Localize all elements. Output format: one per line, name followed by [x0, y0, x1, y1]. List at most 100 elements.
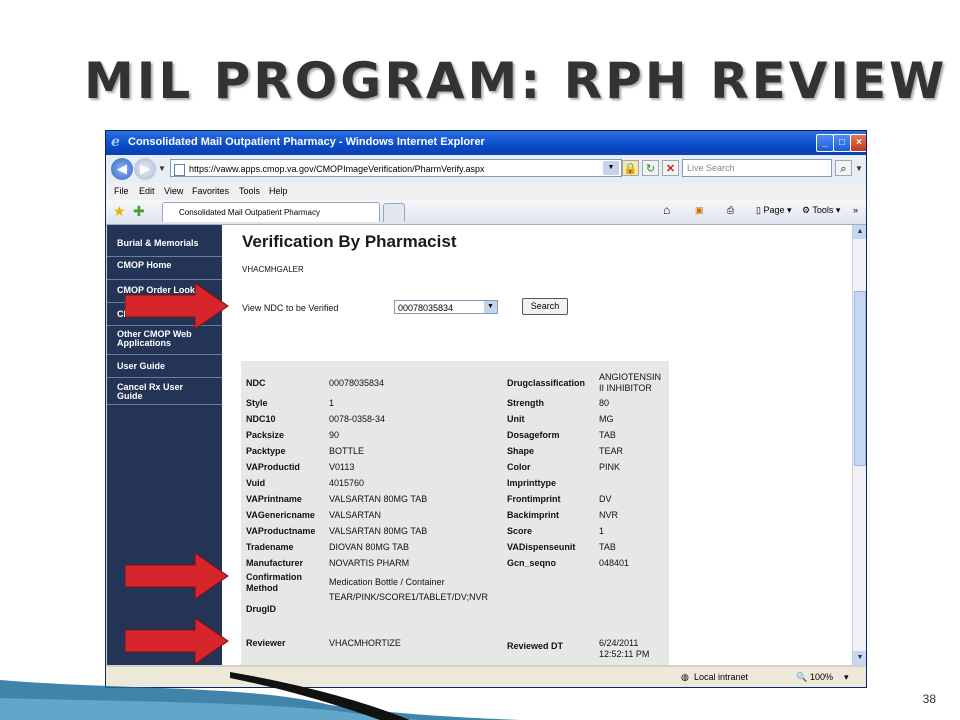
scroll-thumb[interactable]	[854, 291, 866, 466]
forward-button[interactable]: ▶	[134, 158, 156, 180]
tools-menu[interactable]: ⚙ Tools ▾	[802, 205, 840, 216]
forward-icon: ▶	[140, 161, 150, 176]
tools-gear-icon: ⚙	[802, 205, 813, 215]
favorites-star-icon[interactable]: ★	[113, 203, 126, 220]
field-value: 1	[329, 398, 335, 408]
back-icon: ◀	[117, 161, 127, 176]
field-label: Packsize	[246, 430, 285, 440]
close-button[interactable]: ×	[850, 134, 866, 152]
field-value: V0113	[329, 462, 355, 472]
field-value: MG	[599, 414, 614, 424]
browser-window: e Consolidated Mail Outpatient Pharmacy …	[105, 130, 867, 688]
sidebar-item-label: Burial & Memorials	[117, 238, 199, 248]
chevron-down-icon: ▼	[484, 301, 497, 313]
address-bar: ◀ ▶ ▼ https://vaww.apps.cmop.va.gov/CMOP…	[106, 155, 866, 183]
feeds-icon[interactable]: ▣	[695, 205, 704, 216]
tools-menu-label: Tools	[812, 205, 834, 215]
page-title: Verification By Pharmacist	[242, 232, 457, 251]
field-value: 6/24/2011 12:52:11 PM	[599, 638, 650, 659]
field-value: VALSARTAN	[329, 510, 382, 520]
field-label: VAProductname	[246, 526, 316, 536]
ndc-select-value: 00078035834	[398, 303, 454, 313]
menu-view[interactable]: View	[164, 183, 183, 200]
field-label: Gcn_seqno	[507, 558, 557, 568]
field-value: BOTTLE	[329, 446, 365, 456]
field-label: VADispenseunit	[507, 542, 576, 552]
lock-icon[interactable]: 🔒	[622, 160, 639, 176]
minimize-button[interactable]: _	[816, 134, 834, 152]
field-label: Tradename	[246, 542, 294, 552]
search-icon[interactable]: ⌕	[835, 160, 852, 176]
back-button[interactable]: ◀	[111, 158, 133, 180]
field-label: Color	[507, 462, 531, 472]
field-value: PINK	[599, 462, 621, 472]
scroll-up-icon[interactable]: ▲	[853, 225, 866, 239]
field-value: DIOVAN 80MG TAB	[329, 542, 410, 552]
sidebar-item-burial-memorials[interactable]: Burial & Memorials	[107, 225, 222, 257]
browser-tab[interactable]: Consolidated Mail Outpatient Pharmacy	[162, 202, 380, 222]
sidebar-item-user-guide[interactable]: User Guide	[107, 356, 222, 378]
menu-file[interactable]: File	[114, 183, 129, 200]
sidebar-item-label: CMOP Home	[117, 260, 172, 270]
sidebar-item-label: Other CMOP Web Applications	[117, 329, 192, 348]
url-input[interactable]: https://vaww.apps.cmop.va.gov/CMOPImageV…	[170, 159, 622, 177]
field-label: Drugclassification	[507, 378, 586, 388]
menu-help[interactable]: Help	[269, 183, 288, 200]
zoom-dropdown-icon[interactable]: ▾	[844, 667, 849, 687]
field-value: TAB	[599, 542, 616, 552]
field-label: Dosageform	[507, 430, 560, 440]
url-dropdown-icon[interactable]: ▼	[603, 161, 619, 175]
field-value: TAB	[599, 430, 616, 440]
field-label: NDC10	[246, 414, 276, 424]
zoom-icon[interactable]: 🔍	[796, 667, 807, 687]
field-value: VALSARTAN 80MG TAB	[329, 494, 428, 504]
home-icon[interactable]: ⌂	[663, 203, 670, 217]
field-label: Style	[246, 398, 268, 408]
field-value: NOVARTIS PHARM	[329, 558, 410, 568]
field-value: 0078-0358-34	[329, 414, 386, 424]
field-value: 4015760	[329, 478, 365, 488]
menu-favorites[interactable]: Favorites	[192, 183, 229, 200]
current-user: VHACMHGALER	[242, 265, 304, 274]
add-favorites-icon[interactable]: ✚	[133, 203, 145, 220]
field-value: TEAR	[599, 446, 624, 456]
menu-bar: File Edit View Favorites Tools Help	[106, 183, 866, 200]
page-menu[interactable]: ▯ Page ▾	[756, 205, 792, 216]
field-label: VAProductid	[246, 462, 300, 472]
field-value: 048401	[599, 558, 630, 568]
window-titlebar: e Consolidated Mail Outpatient Pharmacy …	[106, 131, 866, 155]
sidebar-item-cancel-rx-guide[interactable]: Cancel Rx User Guide	[107, 379, 222, 405]
field-value: 1	[599, 526, 605, 536]
field-label: Imprinttype	[507, 478, 557, 488]
new-tab-button[interactable]	[383, 203, 405, 222]
refresh-icon[interactable]: ↻	[642, 160, 659, 176]
field-label: Score	[507, 526, 533, 536]
live-search-input[interactable]: Live Search	[682, 159, 832, 177]
sidebar-item-cmop-home[interactable]: CMOP Home	[107, 258, 222, 280]
history-dropdown-icon[interactable]: ▼	[158, 164, 166, 173]
slide-number: 38	[922, 692, 936, 706]
sidebar-item-label: Cancel Rx User Guide	[117, 382, 184, 401]
search-options-icon[interactable]: ▼	[855, 164, 863, 173]
menu-tools[interactable]: Tools	[239, 183, 260, 200]
print-icon[interactable]: ⎙	[727, 205, 734, 216]
chevron-more-icon[interactable]: »	[853, 205, 858, 215]
search-button[interactable]: Search	[522, 298, 568, 315]
zoom-level[interactable]: 100%	[810, 667, 833, 687]
sidebar-item-other-apps[interactable]: Other CMOP Web Applications	[107, 327, 222, 355]
field-label: Strength	[507, 398, 544, 408]
field-value: DV	[599, 494, 612, 504]
decorative-swoosh	[0, 672, 520, 720]
field-label: Shape	[507, 446, 535, 456]
arrow-confirmation	[125, 553, 229, 599]
vertical-scrollbar[interactable]: ▲ ▼	[852, 225, 866, 665]
ndc-select[interactable]: 00078035834 ▼	[394, 300, 498, 314]
scroll-down-icon[interactable]: ▼	[853, 651, 866, 665]
field-value: VALSARTAN 80MG TAB	[329, 526, 428, 536]
window-title: Consolidated Mail Outpatient Pharmacy - …	[128, 136, 485, 148]
field-label: Packtype	[246, 446, 286, 456]
arrow-ndc	[125, 283, 229, 329]
menu-edit[interactable]: Edit	[139, 183, 155, 200]
maximize-button[interactable]: □	[833, 134, 851, 152]
stop-icon[interactable]: ✕	[662, 160, 679, 176]
